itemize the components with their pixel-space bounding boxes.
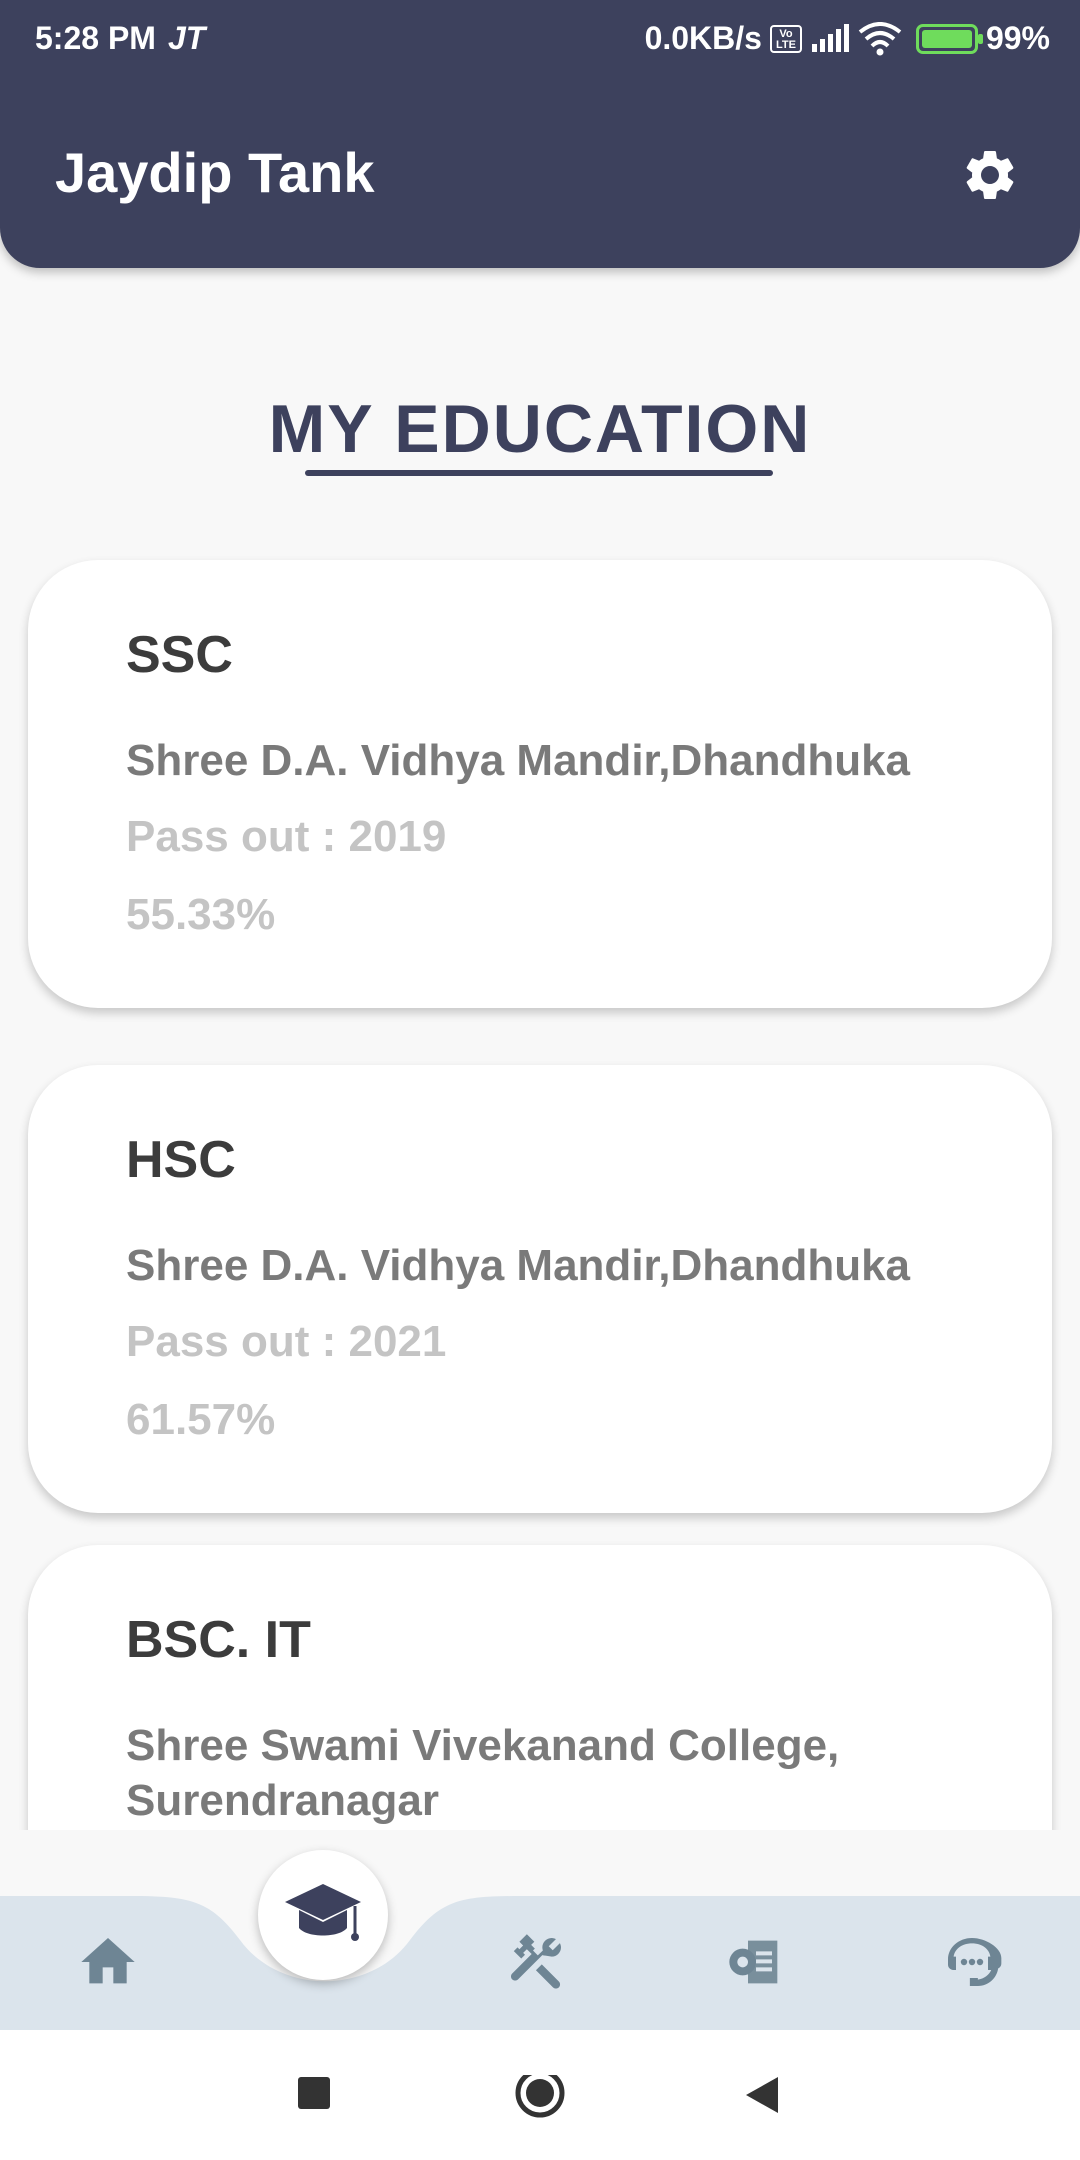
school-name: Shree D.A. Vidhya Mandir,Dhandhuka bbox=[126, 736, 911, 785]
education-list[interactable]: SSC Shree D.A. Vidhya Mandir,Dhandhuka P… bbox=[0, 540, 1080, 1830]
score-percentage: 55.33% bbox=[126, 890, 276, 939]
home-icon[interactable] bbox=[76, 1930, 140, 1994]
status-time: 5:28 PM bbox=[35, 20, 156, 56]
degree-title: SSC bbox=[126, 626, 233, 684]
wifi-icon bbox=[858, 21, 902, 55]
section-underline bbox=[305, 470, 773, 476]
page-title: Jaydip Tank bbox=[55, 141, 375, 204]
tools-icon[interactable] bbox=[505, 1930, 569, 1994]
section-title: MY EDUCATION bbox=[268, 391, 812, 467]
school-name: Shree D.A. Vidhya Mandir,Dhandhuka bbox=[126, 1241, 911, 1290]
battery-icon bbox=[915, 23, 983, 54]
pass-out-year: Pass out : 2019 bbox=[126, 812, 447, 861]
education-card[interactable]: BSC. IT Shree Swami Vivekanand College, … bbox=[28, 1545, 1052, 1830]
projects-icon[interactable] bbox=[724, 1930, 788, 1994]
recent-apps-button[interactable] bbox=[296, 2075, 332, 2111]
volte-icon: Vo LTE bbox=[769, 24, 802, 53]
app-header: 5:28 PM JT 0.0KB/s Vo LTE 99% Jaydip Tank bbox=[0, 0, 1080, 268]
battery-level: 99% bbox=[985, 20, 1050, 56]
status-bar: 5:28 PM JT 0.0KB/s Vo LTE 99% bbox=[0, 0, 1080, 80]
back-button[interactable] bbox=[744, 2075, 780, 2115]
contact-support-icon[interactable] bbox=[940, 1930, 1004, 1994]
home-button[interactable] bbox=[514, 2075, 566, 2127]
degree-title: HSC bbox=[126, 1131, 236, 1189]
graduation-cap-icon bbox=[285, 1884, 361, 1941]
status-carrier: JT bbox=[167, 20, 206, 56]
pass-out-year: Pass out : 2021 bbox=[126, 1317, 447, 1366]
school-name: Shree Swami Vivekanand College, Surendra… bbox=[126, 1721, 840, 1825]
gear-icon[interactable] bbox=[960, 145, 1020, 205]
education-card[interactable]: HSC Shree D.A. Vidhya Mandir,Dhandhuka P… bbox=[28, 1065, 1052, 1513]
signal-icon bbox=[811, 23, 849, 52]
score-percentage: 61.57% bbox=[126, 1395, 276, 1444]
education-card[interactable]: SSC Shree D.A. Vidhya Mandir,Dhandhuka P… bbox=[28, 560, 1052, 1008]
nav-education-button[interactable] bbox=[258, 1850, 388, 1980]
degree-title: BSC. IT bbox=[126, 1611, 311, 1669]
network-speed: 0.0KB/s bbox=[644, 20, 762, 56]
